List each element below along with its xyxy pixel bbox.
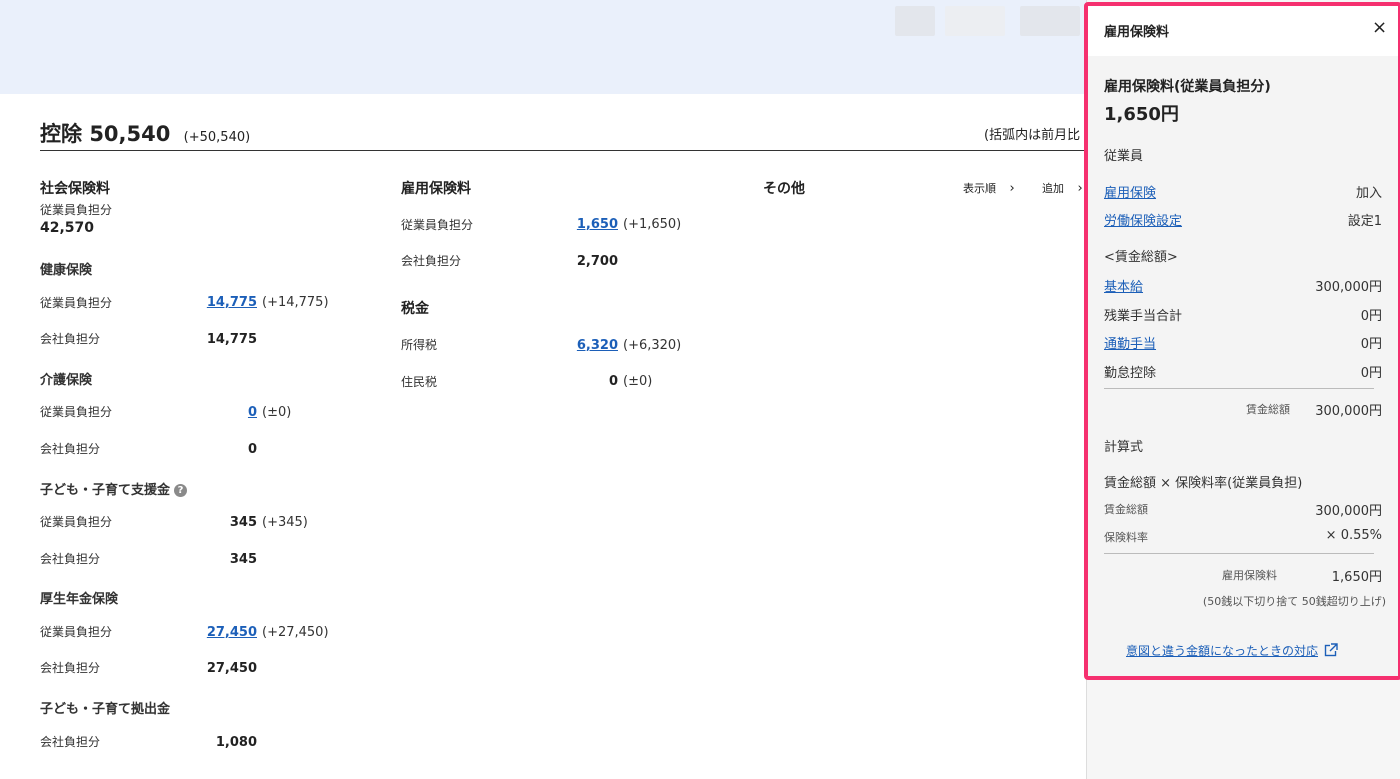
panel-title: 雇用保険料 [1104, 25, 1170, 40]
employment-insurance-heading: 雇用保険料 [401, 181, 471, 197]
health-employee-link[interactable]: 14,775 [207, 295, 257, 310]
close-icon[interactable]: × [1372, 17, 1387, 38]
row-delta: (+6,320) [623, 338, 682, 353]
base-salary-link[interactable]: 基本給 [1104, 276, 1143, 295]
blurred-area [945, 6, 1005, 36]
row-label: 会社負担分 [40, 735, 101, 749]
employment-insurance-status: 加入 [1355, 186, 1382, 201]
formula-wage-label: 賃金総額 [1104, 503, 1148, 516]
resident-tax-value: 0 [608, 374, 618, 389]
formula-rate-value: × 0.55% [1325, 528, 1382, 543]
taxes-heading: 税金 [401, 301, 429, 317]
attendance-deduction-value: 0円 [1360, 366, 1382, 381]
formula-heading: 計算式 [1104, 440, 1144, 455]
formula-rate-label: 保険料率 [1104, 531, 1148, 544]
rounding-note: (50銭以下切り捨て 50銭超切り上げ) [1202, 595, 1386, 608]
formula-text: 賃金総額 × 保険料率(従業員負担) [1104, 476, 1303, 491]
child-contribution-company-value: 1,080 [215, 735, 257, 750]
title-divider [40, 150, 1090, 151]
wage-total-label: 賃金総額 [1246, 403, 1290, 416]
pension-company-value: 27,450 [206, 661, 257, 676]
comparison-note: (括弧内は前月比 [984, 128, 1081, 143]
result-label: 雇用保険料 [1222, 569, 1277, 582]
child-support-company-value: 345 [229, 552, 257, 567]
deductions-label: 控除 [40, 122, 82, 146]
social-employee-total: 42,570 [40, 220, 95, 236]
sort-order-button[interactable]: 表示順 › [963, 180, 1015, 196]
help-icon[interactable]: ? [174, 484, 188, 497]
formula-wage-value: 300,000円 [1315, 504, 1382, 519]
overtime-value: 0円 [1360, 309, 1382, 324]
social-employee-label: 従業員負担分 [40, 203, 113, 217]
income-tax-link[interactable]: 6,320 [577, 338, 618, 353]
blurred-area [895, 6, 935, 36]
child-support-employee-value: 345 [229, 515, 257, 530]
labor-insurance-settings-link[interactable]: 労働保険設定 [1104, 210, 1182, 229]
row-label: 従業員負担分 [401, 218, 474, 232]
base-salary-value: 300,000円 [1315, 280, 1382, 295]
row-label: 会社負担分 [40, 332, 101, 346]
row-label: 会社負担分 [40, 552, 101, 566]
health-insurance-heading: 健康保険 [40, 263, 93, 278]
sort-order-label: 表示順 [963, 182, 996, 195]
external-link-icon [1324, 643, 1339, 657]
divider [1104, 553, 1374, 554]
row-label: 従業員負担分 [40, 405, 113, 419]
health-company-value: 14,775 [206, 332, 257, 347]
row-delta: (±0) [262, 405, 292, 420]
employment-insurance-detail-panel: 雇用保険料 × 雇用保険料(従業員負担分) 1,650円 従業員 雇用保険 加入… [1084, 2, 1400, 680]
deductions-delta: (+50,540) [183, 130, 251, 145]
row-label: 従業員負担分 [40, 625, 113, 639]
employment-company-value: 2,700 [576, 254, 618, 269]
employee-section-heading: 従業員 [1104, 149, 1144, 164]
divider [1104, 388, 1374, 389]
wage-total-heading: <賃金総額> [1104, 250, 1178, 265]
row-label: 会社負担分 [40, 442, 101, 456]
blurred-area [1020, 6, 1080, 36]
row-delta: (+1,650) [623, 217, 682, 232]
row-label: 所得税 [401, 338, 438, 352]
nursing-insurance-heading: 介護保険 [40, 373, 93, 388]
result-value: 1,650円 [1331, 570, 1382, 585]
pension-heading: 厚生年金保険 [40, 592, 119, 607]
commute-allowance-link[interactable]: 通勤手当 [1104, 333, 1156, 352]
social-insurance-heading: 社会保険料 [40, 181, 110, 197]
row-label: 住民税 [401, 375, 438, 389]
add-button[interactable]: 追加 › [1042, 180, 1083, 196]
commute-allowance-value: 0円 [1360, 337, 1382, 352]
row-delta: (+14,775) [262, 295, 329, 310]
panel-subtitle: 雇用保険料(従業員負担分) [1104, 79, 1271, 95]
row-delta: (+345) [262, 515, 308, 530]
child-support-heading: 子ども・子育て支援金? [40, 479, 188, 498]
attendance-deduction-label: 勤怠控除 [1104, 366, 1157, 381]
chevron-right-icon: › [1077, 181, 1083, 196]
child-contribution-heading: 子ども・子育て拠出金 [40, 702, 171, 717]
row-label: 従業員負担分 [40, 515, 113, 529]
row-label: 会社負担分 [401, 254, 462, 268]
add-label: 追加 [1042, 182, 1064, 195]
employment-employee-link[interactable]: 1,650 [577, 217, 618, 232]
overtime-label: 残業手当合計 [1104, 309, 1183, 324]
row-label: 会社負担分 [40, 661, 101, 675]
wage-total-value: 300,000円 [1315, 404, 1382, 419]
labor-insurance-settings-value: 設定1 [1347, 214, 1382, 229]
deductions-total: 50,540 [89, 122, 171, 146]
row-delta: (±0) [623, 374, 653, 389]
employment-insurance-link[interactable]: 雇用保険 [1104, 182, 1156, 201]
help-link-container[interactable]: 意図と違う金額になったときの対応 [1126, 642, 1339, 659]
other-heading: その他 [763, 181, 805, 197]
row-delta: (+27,450) [262, 625, 329, 640]
nursing-employee-link[interactable]: 0 [248, 405, 257, 420]
row-label: 従業員負担分 [40, 296, 113, 310]
child-support-label: 子ども・子育て支援金 [40, 483, 171, 498]
chevron-right-icon: › [1009, 181, 1015, 196]
deductions-title: 控除 50,540 (+50,540) [40, 118, 250, 148]
panel-amount: 1,650円 [1104, 104, 1179, 125]
unexpected-amount-help-link[interactable]: 意図と違う金額になったときの対応 [1126, 644, 1318, 658]
nursing-company-value: 0 [247, 442, 257, 457]
pension-employee-link[interactable]: 27,450 [207, 625, 257, 640]
